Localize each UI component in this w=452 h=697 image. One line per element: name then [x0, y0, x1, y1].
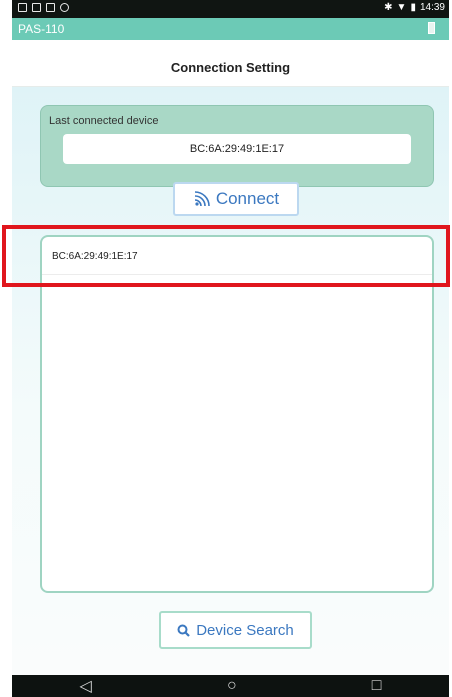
sd-card-icon	[46, 3, 55, 12]
clock: 14:39	[419, 2, 445, 13]
connect-button-label: Connect	[215, 189, 280, 208]
last-connected-panel: Last connected device BC:6A:29:49:1E:17	[40, 105, 434, 187]
signal-waves-icon	[194, 190, 210, 206]
highlight-frame	[2, 225, 450, 287]
device-list: BC:6A:29:49:1E:17	[40, 235, 434, 593]
main-content: Last connected device BC:6A:29:49:1E:17 …	[12, 87, 449, 675]
last-connected-field: BC:6A:29:49:1E:17	[63, 134, 411, 164]
wifi-icon: ▼	[396, 2, 407, 13]
last-connected-label: Last connected device	[49, 115, 159, 127]
image-icon	[32, 3, 41, 12]
connect-button[interactable]: Connect	[173, 182, 299, 216]
home-icon[interactable]: ○	[227, 677, 237, 695]
back-icon[interactable]: ◁	[80, 676, 92, 696]
app-title-bar: PAS-110	[12, 18, 449, 40]
status-bar: ✱ ▼ ▮ 14:39	[12, 0, 449, 18]
notification-icons	[18, 3, 69, 12]
device-search-label: Device Search	[196, 621, 294, 639]
battery-icon: ▮	[410, 2, 416, 13]
page-title: Connection Setting	[170, 60, 291, 75]
android-icon	[60, 3, 69, 12]
image-icon	[18, 3, 27, 12]
search-icon	[177, 624, 190, 637]
bluetooth-icon: ✱	[384, 2, 393, 13]
last-connected-address: BC:6A:29:49:1E:17	[189, 143, 285, 155]
device-search-button[interactable]: Device Search	[159, 611, 312, 649]
device-screen: ✱ ▼ ▮ 14:39 PAS-110 Connection Setting L…	[12, 0, 449, 697]
recents-icon[interactable]: □	[372, 677, 382, 695]
app-title: PAS-110	[18, 22, 65, 36]
navigation-bar: ◁ ○ □	[12, 675, 449, 697]
screen-header: Connection Setting	[12, 40, 449, 87]
battery-level-icon	[428, 22, 435, 34]
system-icons: ✱ ▼ ▮ 14:39	[384, 2, 445, 13]
